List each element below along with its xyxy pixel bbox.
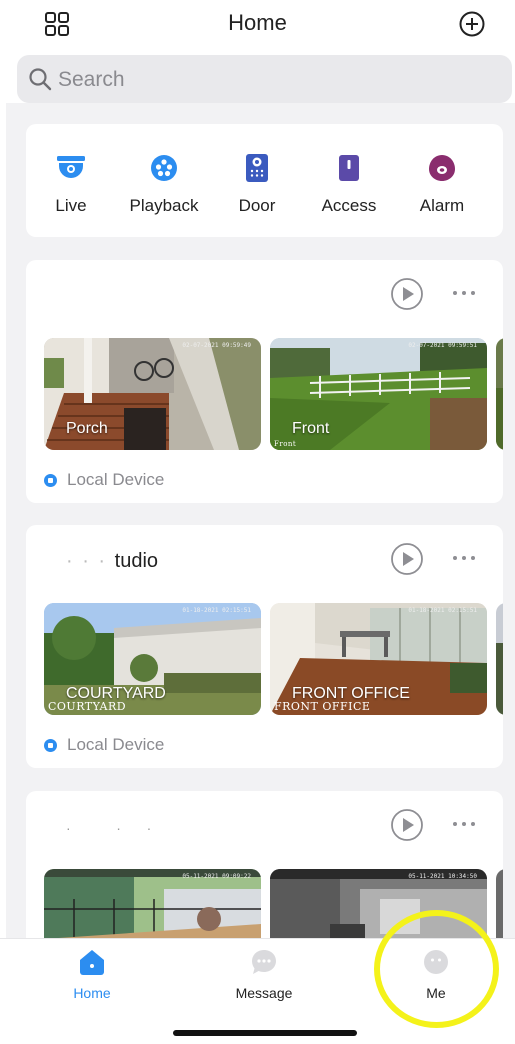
camera-name: FRONT OFFICE [292,685,410,702]
quick-door-label: Door [238,196,276,215]
quick-alarm[interactable]: Alarm [392,154,492,216]
device-source-label: Local Device [67,735,165,754]
device-card[interactable]: 02-07-2021 09:59:49 Porch 02-07-2021 09:… [26,260,503,503]
camera-name: COURTYARD [66,685,166,702]
device-title: · · · tudio [66,550,159,572]
page-title: Home [228,10,287,35]
search-icon [29,68,52,91]
camera-name: Front [292,420,330,437]
camera-timestamp: 02-07-2021 09:59:49 [182,342,251,349]
tab-home-label: Home [73,985,111,1001]
profile-icon [424,950,448,974]
device-source-label: Local Device [67,470,165,489]
camera-timestamp: 02-07-2021 09:59:51 [408,342,477,349]
camera-thumbnail-front-office[interactable]: 01-18-2021 02:15:51 FRONT OFFICE FRONT O… [270,603,487,715]
bottom-tab-bar: Home Message Me [0,938,515,1044]
camera-thumbnail-partial[interactable] [496,603,503,715]
search-placeholder: Search [58,68,125,91]
home-icon [80,950,104,975]
camera-thumbnails: 01-18-2021 02:15:51 COURTYARD COURTYARD [44,603,503,715]
quick-door[interactable]: Door [207,154,307,216]
intercom-icon [246,154,268,182]
home-indicator [173,1030,357,1036]
alarm-sensor-icon [429,155,455,181]
camera-timestamp: 01-18-2021 02:15:51 [182,607,251,614]
quick-alarm-label: Alarm [419,196,465,215]
camera-thumbnail-partial[interactable] [496,869,503,938]
quick-access-card: Live Playback Door Access Alarm [26,124,503,237]
local-device-icon [44,739,57,752]
dome-camera-icon [57,156,85,178]
camera-thumbnail-front[interactable]: 02-07-2021 09:59:51 Front Front [270,338,487,450]
camera-overlay-text: Front [274,440,297,448]
tab-message-label: Message [235,985,293,1001]
device-title-text: tudio [114,550,159,572]
message-bubble-icon [252,950,276,974]
home-content[interactable]: Live Playback Door Access Alarm 02-07-20… [6,103,515,938]
film-reel-icon [151,155,177,181]
more-options-icon[interactable] [451,816,477,832]
camera-thumbnails: 02-07-2021 09:59:49 Porch 02-07-2021 09:… [44,338,503,450]
camera-thumbnail-porch[interactable]: 02-07-2021 09:59:49 Porch [44,338,261,450]
camera-timestamp: 05-11-2021 09:09:22 [182,873,251,880]
quick-access-label: Access [321,196,377,215]
tab-message[interactable]: Message [194,947,334,1001]
search-bar[interactable]: Search [17,55,512,103]
quick-playback[interactable]: Playback [114,154,214,216]
play-icon[interactable] [390,808,424,842]
camera-thumbnail-courtyard[interactable]: 01-18-2021 02:15:51 COURTYARD COURTYARD [44,603,261,715]
camera-thumbnail[interactable]: 05-11-2021 10:34:50 [270,869,487,938]
camera-thumbnail[interactable]: 05-11-2021 09:09:22 [44,869,261,938]
camera-timestamp: 05-11-2021 10:34:50 [408,873,477,880]
camera-thumbnail-partial[interactable] [496,338,503,450]
add-circle-icon[interactable] [458,10,486,38]
top-header: Home [0,0,515,50]
more-options-icon[interactable] [451,550,477,566]
quick-playback-label: Playback [129,196,199,215]
quick-live[interactable]: Live [26,154,121,216]
more-options-icon[interactable] [451,285,477,301]
device-title: · · · [66,820,158,836]
local-device-icon [44,474,57,487]
device-card[interactable]: · · · 05-11-2021 09:09:22 05-11-2021 10:… [26,791,503,938]
device-card[interactable]: · · · tudio 01-18-2021 02:15:51 COURTYAR… [26,525,503,768]
tab-me-label: Me [426,985,446,1001]
quick-access[interactable]: Access [299,154,399,216]
tab-home[interactable]: Home [22,947,162,1001]
tab-me[interactable]: Me [366,947,506,1001]
play-icon[interactable] [390,542,424,576]
camera-name: Porch [66,420,108,437]
camera-thumbnails: 05-11-2021 09:09:22 05-11-2021 10:34:50 [44,869,503,938]
camera-timestamp: 01-18-2021 02:15:51 [408,607,477,614]
play-icon[interactable] [390,277,424,311]
quick-live-label: Live [55,196,87,215]
door-access-icon [339,155,359,181]
